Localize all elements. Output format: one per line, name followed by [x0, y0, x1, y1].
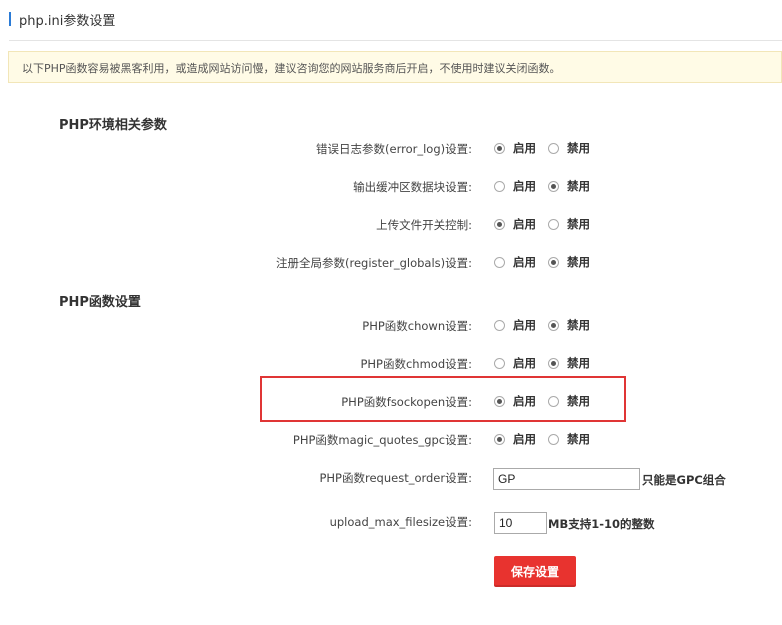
section-title-php-env: PHP环境相关参数 [59, 118, 167, 133]
radio-icon [548, 218, 559, 230]
chmod-disable-radio[interactable]: 禁用 [548, 355, 590, 371]
title-accent-bar [9, 12, 11, 26]
setting-label: PHP函数chmod设置: [360, 357, 472, 371]
radio-icon [548, 256, 559, 268]
error-log-disable-radio[interactable]: 禁用 [548, 140, 590, 156]
setting-label: PHP函数request_order设置: [319, 471, 472, 485]
chown-disable-radio[interactable]: 禁用 [548, 317, 590, 333]
radio-icon [494, 395, 505, 407]
radio-icon [494, 180, 505, 192]
register-globals-disable-radio[interactable]: 禁用 [548, 254, 590, 270]
setting-row-fsockopen: PHP函数fsockopen设置: 启用 禁用 [0, 391, 782, 413]
notice-text: 以下PHP函数容易被黑客利用，或造成网站访问慢，建议咨询您的网站服务商后开启，不… [22, 62, 561, 75]
section-title-php-functions: PHP函数设置 [59, 295, 141, 310]
radio-icon [494, 142, 505, 154]
radio-icon [548, 180, 559, 192]
file-uploads-disable-radio[interactable]: 禁用 [548, 216, 590, 232]
setting-label: PHP函数magic_quotes_gpc设置: [292, 433, 472, 447]
register-globals-enable-radio[interactable]: 启用 [494, 254, 536, 270]
radio-icon [494, 357, 505, 369]
radio-icon [548, 433, 559, 445]
radio-icon [494, 319, 505, 331]
chown-enable-radio[interactable]: 启用 [494, 317, 536, 333]
save-button[interactable]: 保存设置 [494, 556, 576, 587]
setting-row-chmod: PHP函数chmod设置: 启用 禁用 [0, 353, 782, 375]
setting-label: PHP函数chown设置: [362, 319, 472, 333]
request-order-input[interactable] [493, 468, 640, 490]
setting-row-register-globals: 注册全局参数(register_globals)设置: 启用 禁用 [0, 252, 782, 274]
setting-label: PHP函数fsockopen设置: [341, 395, 472, 409]
request-order-hint: 只能是GPC组合 [642, 473, 726, 487]
setting-row-upload-max-filesize: upload_max_filesize设置: [0, 511, 782, 533]
setting-label: 错误日志参数(error_log)设置: [316, 142, 472, 156]
upload-max-filesize-hint: MB支持1-10的整数 [548, 517, 655, 531]
upload-max-filesize-input[interactable] [494, 512, 547, 534]
radio-icon [494, 433, 505, 445]
setting-row-magic-quotes-gpc: PHP函数magic_quotes_gpc设置: 启用 禁用 [0, 429, 782, 451]
warning-notice: 以下PHP函数容易被黑客利用，或造成网站访问慢，建议咨询您的网站服务商后开启，不… [8, 51, 782, 83]
radio-icon [494, 218, 505, 230]
setting-label: 注册全局参数(register_globals)设置: [275, 256, 472, 270]
setting-row-error-log: 错误日志参数(error_log)设置: 启用 禁用 [0, 138, 782, 160]
setting-label: 上传文件开关控制: [376, 218, 472, 232]
radio-icon [548, 395, 559, 407]
setting-row-file-uploads: 上传文件开关控制: 启用 禁用 [0, 214, 782, 236]
chmod-enable-radio[interactable]: 启用 [494, 355, 536, 371]
magic-quotes-disable-radio[interactable]: 禁用 [548, 431, 590, 447]
fsockopen-disable-radio[interactable]: 禁用 [548, 393, 590, 409]
output-buffering-enable-radio[interactable]: 启用 [494, 178, 536, 194]
setting-row-chown: PHP函数chown设置: 启用 禁用 [0, 315, 782, 337]
page-header: php.ini参数设置 [9, 8, 782, 41]
page-title: php.ini参数设置 [19, 14, 116, 29]
fsockopen-enable-radio[interactable]: 启用 [494, 393, 536, 409]
setting-row-output-buffering: 输出缓冲区数据块设置: 启用 禁用 [0, 176, 782, 198]
magic-quotes-enable-radio[interactable]: 启用 [494, 431, 536, 447]
radio-icon [548, 357, 559, 369]
file-uploads-enable-radio[interactable]: 启用 [494, 216, 536, 232]
setting-label: 输出缓冲区数据块设置: [353, 180, 472, 194]
output-buffering-disable-radio[interactable]: 禁用 [548, 178, 590, 194]
setting-label: upload_max_filesize设置: [329, 515, 472, 529]
error-log-enable-radio[interactable]: 启用 [494, 140, 536, 156]
radio-icon [548, 142, 559, 154]
radio-icon [548, 319, 559, 331]
radio-icon [494, 256, 505, 268]
